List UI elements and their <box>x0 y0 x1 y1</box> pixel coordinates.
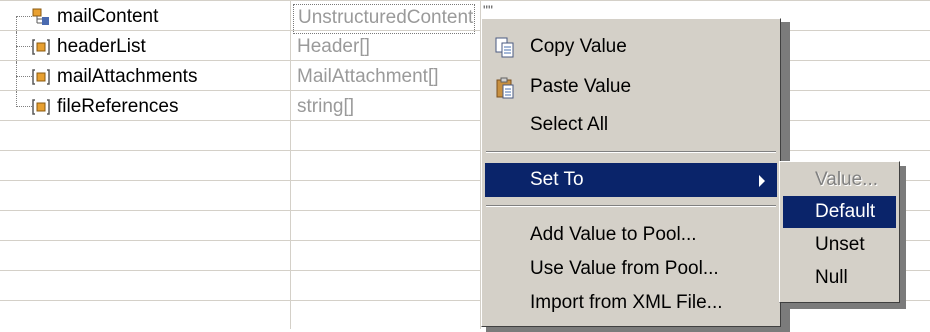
submenu-item-label: Null <box>815 267 848 288</box>
menu-item-select-all[interactable]: Select All <box>485 108 777 142</box>
set-to-submenu: Value... Default Unset Null <box>779 161 900 303</box>
menu-item-label: Import from XML File... <box>530 292 723 313</box>
menu-item-copy-value[interactable]: Copy Value <box>485 30 777 64</box>
menu-item-label: Select All <box>530 114 609 135</box>
tree-row[interactable]: mailContent UnstructuredContent "" <box>0 2 930 34</box>
menu-separator <box>486 151 776 153</box>
tree-row[interactable]: headerList Header[] <box>0 32 930 62</box>
field-name: mailContent <box>57 6 159 27</box>
menu-item-label: Use Value from Pool... <box>530 258 719 279</box>
array-field-icon <box>32 69 50 85</box>
context-menu: Copy Value Paste Value Select All Set To… <box>481 18 781 327</box>
paste-icon <box>496 77 514 99</box>
menu-separator <box>486 205 776 207</box>
tree-connector <box>16 32 17 62</box>
name-cell[interactable]: mailContent <box>0 2 290 32</box>
tree-connector <box>16 16 32 17</box>
menu-item-label: Paste Value <box>530 76 632 97</box>
tree-row[interactable]: mailAttachments MailAttachment[] <box>0 62 930 92</box>
field-name: mailAttachments <box>57 66 198 87</box>
menu-item-use-value-from-pool[interactable]: Use Value from Pool... <box>485 252 777 286</box>
field-name: headerList <box>57 36 146 57</box>
menu-item-label: Copy Value <box>530 36 627 57</box>
copy-icon <box>495 37 514 58</box>
menu-item-add-value-to-pool[interactable]: Add Value to Pool... <box>485 218 777 252</box>
name-cell[interactable]: mailAttachments <box>0 62 290 92</box>
tree-connector <box>16 92 17 107</box>
value-cell[interactable]: "" <box>483 2 493 18</box>
tree-connector <box>16 16 17 32</box>
name-cell[interactable]: headerList <box>0 32 290 62</box>
array-field-icon <box>32 39 50 55</box>
field-type[interactable]: string[] <box>297 96 354 118</box>
complex-type-icon <box>32 8 49 25</box>
tree-connector <box>16 62 17 92</box>
submenu-item-value: Value... <box>783 164 896 196</box>
tree-row[interactable]: fileReferences string[] <box>0 92 930 122</box>
field-type[interactable]: UnstructuredContent <box>293 4 475 34</box>
submenu-arrow-icon <box>759 175 765 187</box>
tree-connector <box>16 106 32 107</box>
name-cell[interactable]: fileReferences <box>0 92 290 122</box>
menu-item-label: Set To <box>530 169 584 190</box>
menu-item-label: Add Value to Pool... <box>530 224 697 245</box>
menu-item-import-from-xml[interactable]: Import from XML File... <box>485 286 777 320</box>
field-type[interactable]: MailAttachment[] <box>297 66 439 88</box>
submenu-item-default[interactable]: Default <box>783 196 896 228</box>
submenu-item-null[interactable]: Null <box>783 262 896 294</box>
submenu-item-label: Value... <box>815 169 879 190</box>
submenu-item-label: Default <box>815 201 876 222</box>
grid-line <box>0 150 930 151</box>
tree-connector <box>16 76 32 77</box>
menu-item-set-to[interactable]: Set To <box>485 163 777 197</box>
menu-item-paste-value[interactable]: Paste Value <box>485 70 777 104</box>
submenu-item-unset[interactable]: Unset <box>783 229 896 261</box>
array-field-icon <box>32 99 50 115</box>
submenu-item-label: Unset <box>815 234 865 255</box>
field-type[interactable]: Header[] <box>297 36 370 58</box>
grid-line <box>0 0 930 1</box>
tree-connector <box>16 46 32 47</box>
field-name: fileReferences <box>57 96 179 117</box>
